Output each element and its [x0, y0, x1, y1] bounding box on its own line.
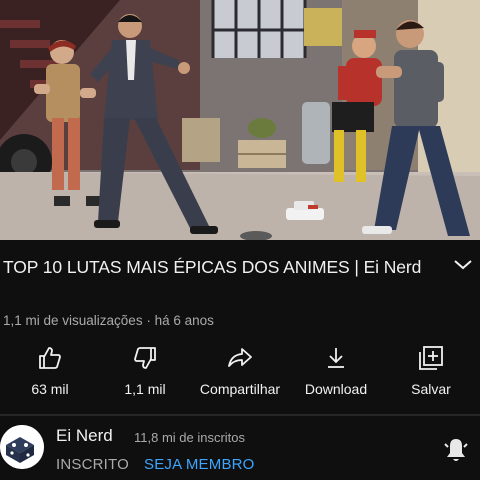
- video-frame: [0, 0, 480, 240]
- like-button[interactable]: 63 mil: [27, 344, 73, 404]
- subscriber-count: 11,8 mi de inscritos: [134, 430, 246, 445]
- channel-avatar[interactable]: [0, 425, 44, 469]
- download-icon: [322, 344, 350, 372]
- chevron-down-icon[interactable]: [452, 257, 474, 273]
- download-button[interactable]: Download: [300, 344, 372, 404]
- download-label: Download: [304, 381, 368, 397]
- dislike-count: 1,1 mil: [124, 381, 166, 397]
- save-label: Salvar: [411, 381, 451, 397]
- thumbs-up-icon: [36, 344, 64, 372]
- video-player[interactable]: [0, 0, 480, 240]
- thumbs-down-icon: [131, 344, 159, 372]
- share-icon: [226, 344, 254, 372]
- join-button[interactable]: SEJA MEMBRO: [144, 456, 255, 473]
- channel-logo-icon: [0, 425, 44, 469]
- channel-name[interactable]: Ei Nerd: [56, 426, 113, 446]
- action-bar: 63 mil 1,1 mil Compartilhar Download Sal…: [0, 344, 480, 406]
- share-button[interactable]: Compartilhar: [194, 344, 286, 404]
- like-count: 63 mil: [31, 381, 69, 397]
- divider: [0, 414, 480, 416]
- video-meta[interactable]: 1,1 mi de visualizações · há 6 anos: [3, 313, 214, 328]
- upload-age: há 6 anos: [154, 313, 214, 328]
- save-button[interactable]: Salvar: [406, 344, 456, 404]
- share-label: Compartilhar: [199, 381, 281, 397]
- subscribed-button[interactable]: INSCRITO: [56, 456, 129, 473]
- add-to-playlist-icon: [417, 344, 445, 372]
- video-title[interactable]: TOP 10 LUTAS MAIS ÉPICAS DOS ANIMES | Ei…: [3, 253, 423, 281]
- meta-separator: ·: [142, 313, 155, 328]
- view-count: 1,1 mi de visualizações: [3, 313, 143, 328]
- dislike-button[interactable]: 1,1 mil: [118, 344, 172, 404]
- notification-bell-icon[interactable]: [442, 436, 470, 464]
